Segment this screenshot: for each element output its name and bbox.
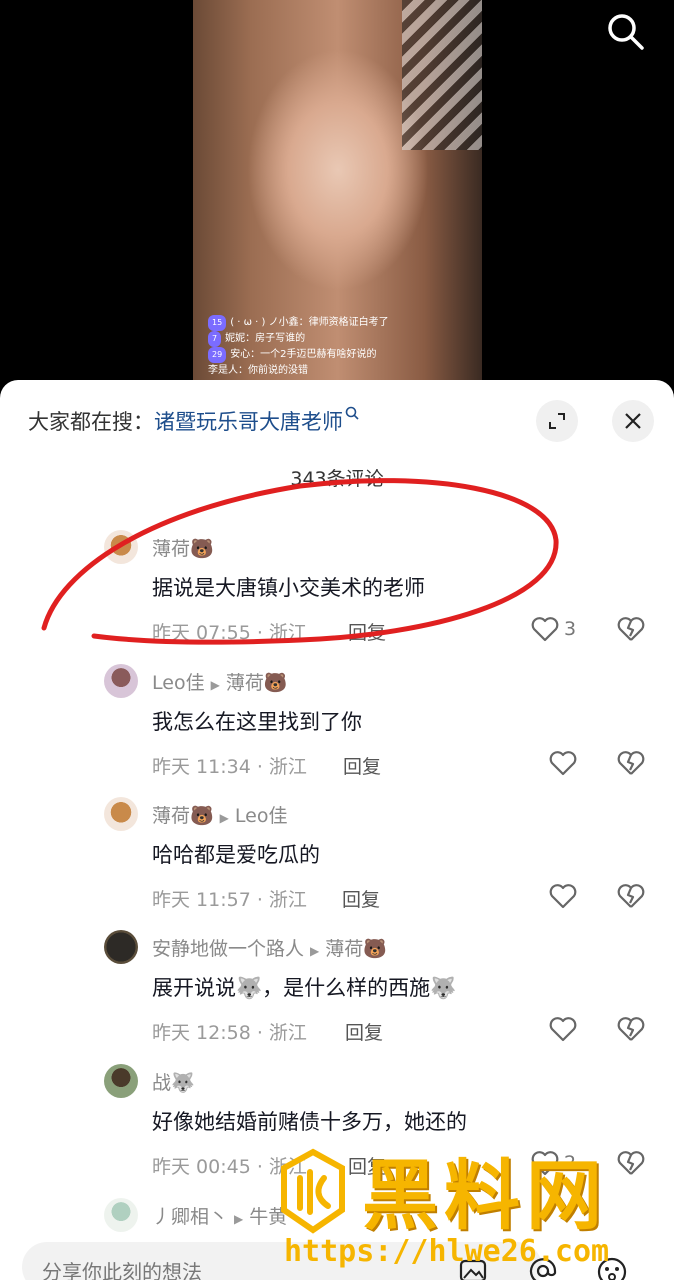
avatar[interactable] bbox=[104, 797, 138, 831]
reply-button[interactable]: 回复 bbox=[345, 1018, 383, 1045]
comment-text: 据说是大唐镇小交美术的老师 bbox=[152, 576, 425, 600]
comment-meta: 昨天 07:55 · 浙江 bbox=[152, 622, 307, 644]
broken-heart-icon[interactable] bbox=[616, 881, 646, 911]
trending-search-prefix: 大家都在搜： bbox=[28, 410, 154, 434]
image-icon[interactable] bbox=[458, 1256, 488, 1280]
broken-heart-icon[interactable] bbox=[616, 1148, 646, 1178]
broken-heart-icon[interactable] bbox=[616, 614, 646, 644]
comment-meta: 昨天 00:45 · 浙江 bbox=[152, 1156, 307, 1178]
search-icon bbox=[345, 406, 359, 420]
reply-button[interactable]: 回复 bbox=[348, 618, 386, 645]
comment-text: 好像她结婚前赌债十多万，她还的 bbox=[152, 1110, 467, 1134]
comment-input-placeholder: 分享你此刻的想法 bbox=[42, 1260, 202, 1280]
comment-sheet: 大家都在搜：诸暨玩乐哥大唐老师 343条评论 薄荷🐻 据说是大唐镇小交美术的老师… bbox=[0, 380, 674, 1280]
reply-arrow-icon: ▶ bbox=[310, 944, 320, 958]
avatar[interactable] bbox=[104, 664, 138, 698]
comment-meta: 昨天 12:58 · 浙江 bbox=[152, 1022, 307, 1044]
close-button[interactable] bbox=[612, 400, 654, 442]
reply-button[interactable]: 回复 bbox=[342, 885, 380, 912]
search-icon[interactable] bbox=[606, 12, 646, 52]
comment-username: 安静地做一个路人 ▶ 薄荷🐻 bbox=[152, 938, 387, 960]
emoji-icon[interactable] bbox=[596, 1256, 628, 1280]
heart-icon[interactable] bbox=[548, 881, 578, 911]
comment-text: 展开说说🐺，是什么样的西施🐺 bbox=[152, 976, 457, 1000]
video-background bbox=[402, 0, 482, 150]
like-count: 3 bbox=[564, 618, 577, 640]
live-chat: 15( · ω · ) ノ小鑫：律师资格证白考了 7 妮妮：房子写谁的 29 安心：… bbox=[208, 315, 389, 379]
comment-count: 343条评论 bbox=[290, 468, 384, 490]
reply-arrow-icon: ▶ bbox=[219, 811, 229, 825]
reply-arrow-icon: ▶ bbox=[234, 1212, 244, 1226]
heart-icon[interactable] bbox=[548, 1014, 578, 1044]
avatar[interactable] bbox=[104, 930, 138, 964]
reply-button[interactable]: 回复 bbox=[348, 1152, 386, 1179]
live-chat-row: 7 妮妮：房子写谁的 bbox=[208, 331, 389, 347]
comment-username[interactable]: 战🐺 bbox=[152, 1068, 195, 1095]
comment-username[interactable]: 薄荷🐻 bbox=[152, 534, 214, 561]
comment-text: 我怎么在这里找到了你 bbox=[152, 710, 362, 734]
heart-icon[interactable] bbox=[548, 748, 578, 778]
comment-meta: 昨天 11:34 · 浙江 bbox=[152, 756, 307, 778]
live-chat-row: 29 安心：一个2手迈巴赫有啥好说的 bbox=[208, 347, 389, 363]
live-chat-row: 15( · ω · ) ノ小鑫：律师资格证白考了 bbox=[208, 315, 389, 331]
reply-arrow-icon: ▶ bbox=[210, 678, 220, 692]
expand-button[interactable] bbox=[536, 400, 578, 442]
live-chat-row: 李是人：你前说的没错 bbox=[208, 365, 308, 376]
avatar[interactable] bbox=[104, 1198, 138, 1232]
live-video[interactable]: 15( · ω · ) ノ小鑫：律师资格证白考了 7 妮妮：房子写谁的 29 安心：… bbox=[0, 0, 674, 400]
expand-icon bbox=[549, 413, 565, 429]
trending-search-keyword[interactable]: 诸暨玩乐哥大唐老师 bbox=[154, 410, 343, 434]
comment-username: Leo佳 ▶ 薄荷🐻 bbox=[152, 672, 288, 694]
mention-icon[interactable] bbox=[528, 1256, 558, 1280]
heart-icon[interactable] bbox=[530, 1148, 560, 1178]
reply-button[interactable]: 回复 bbox=[343, 752, 381, 779]
heart-icon[interactable] bbox=[530, 614, 560, 644]
comment-username: 丿卿相丶 ▶ 牛黄 bbox=[152, 1206, 288, 1228]
broken-heart-icon[interactable] bbox=[616, 748, 646, 778]
like-count: 2 bbox=[564, 1152, 577, 1174]
avatar[interactable] bbox=[104, 1064, 138, 1098]
comment-meta: 昨天 11:57 · 浙江 bbox=[152, 889, 307, 911]
comment-text: 哈哈都是爱吃瓜的 bbox=[152, 843, 320, 867]
broken-heart-icon[interactable] bbox=[616, 1014, 646, 1044]
comment-username: 薄荷🐻 ▶ Leo佳 bbox=[152, 805, 288, 827]
close-icon bbox=[625, 413, 641, 429]
trending-search[interactable]: 大家都在搜：诸暨玩乐哥大唐老师 bbox=[28, 406, 359, 436]
avatar[interactable] bbox=[104, 530, 138, 564]
